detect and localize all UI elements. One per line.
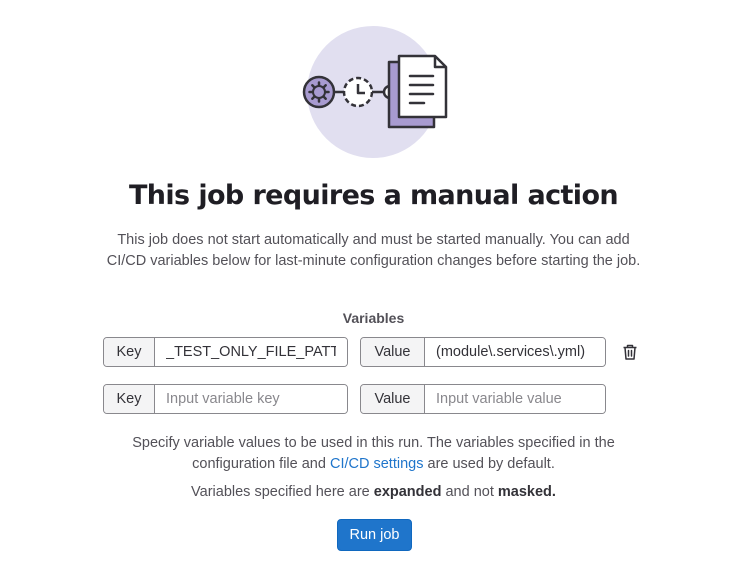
clock-icon <box>342 76 374 108</box>
variable-key-input[interactable] <box>155 338 347 366</box>
note-expanded: expanded <box>373 484 442 500</box>
new-variable-value-field: Value <box>360 384 606 414</box>
note-masked: masked. <box>497 484 556 500</box>
manual-job-page: This job requires a manual action This j… <box>0 0 747 581</box>
variables-expansion-note: Variables specified here are expanded an… <box>0 484 747 500</box>
key-addon-label: Key <box>104 338 155 366</box>
manual-action-illustration <box>302 26 448 158</box>
variable-key-field: Key <box>103 337 348 367</box>
new-variable-key-input[interactable] <box>155 385 347 413</box>
note-prefix: Variables specified here are <box>191 484 370 500</box>
variables-help-text: Specify variable values to be used in th… <box>103 433 644 475</box>
remove-variable-button[interactable] <box>618 340 642 364</box>
run-job-button[interactable]: Run job <box>337 519 412 551</box>
document-icon <box>387 54 448 129</box>
new-variable-key-field: Key <box>103 384 348 414</box>
gear-icon <box>302 75 336 109</box>
help-text-after: are used by default. <box>427 456 555 472</box>
ci-cd-settings-link[interactable]: CI/CD settings <box>330 456 423 472</box>
page-title: This job requires a manual action <box>128 180 619 211</box>
value-addon-label: Value <box>361 385 425 413</box>
variable-value-input[interactable] <box>425 338 605 366</box>
trash-icon <box>623 344 637 360</box>
new-variable-value-input[interactable] <box>425 385 605 413</box>
page-description: This job does not start automatically an… <box>106 232 641 269</box>
key-addon-label: Key <box>104 385 155 413</box>
value-addon-label: Value <box>361 338 425 366</box>
variable-value-field: Value <box>360 337 606 367</box>
note-middle: and not <box>445 484 494 500</box>
variables-heading: Variables <box>342 310 405 326</box>
